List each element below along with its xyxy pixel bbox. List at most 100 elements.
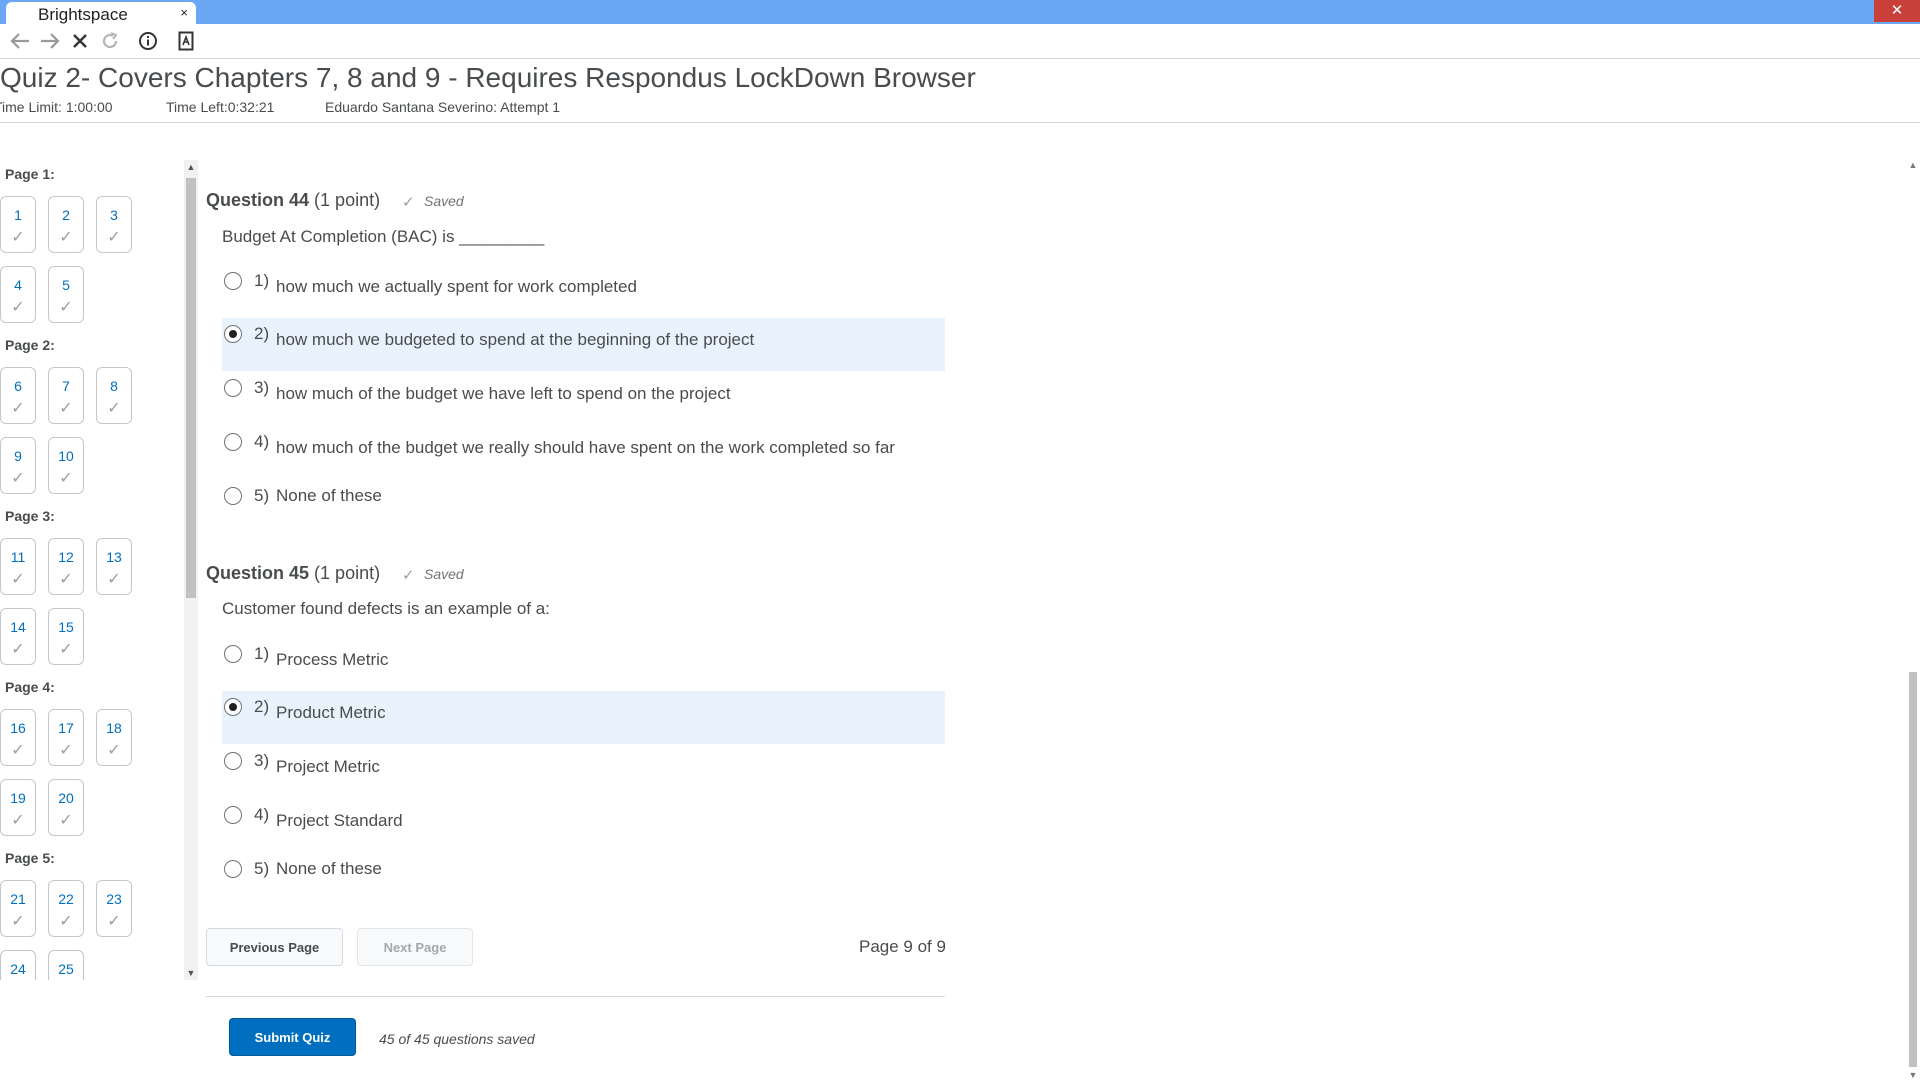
radio-button[interactable] xyxy=(224,860,242,878)
answer-option[interactable]: 5) None of these xyxy=(222,480,945,533)
nav-page-label: Page 5: xyxy=(5,850,55,866)
option-number: 3) xyxy=(254,751,270,770)
answer-option[interactable]: 4) how much of the budget we really shou… xyxy=(222,426,945,479)
nav-question-number: 18 xyxy=(106,720,122,736)
radio-button-selected[interactable] xyxy=(224,698,242,716)
answer-option[interactable]: 5) None of these xyxy=(222,853,945,906)
option-number: 3) xyxy=(254,378,270,397)
answer-option[interactable]: 3) Project Metric xyxy=(222,745,945,798)
nav-question-number: 17 xyxy=(58,720,74,736)
tab-close-icon[interactable]: × xyxy=(180,5,188,20)
scroll-up-arrow-icon[interactable]: ▲ xyxy=(184,162,198,172)
question-points: (1 point) xyxy=(314,563,381,583)
radio-button[interactable] xyxy=(224,487,242,505)
nav-question-button[interactable]: 6 ✓ xyxy=(0,367,36,424)
question-points: (1 point) xyxy=(314,190,381,210)
browser-tab[interactable]: Brightspace × xyxy=(6,2,196,24)
window-close-button[interactable]: ✕ xyxy=(1874,0,1920,22)
footer-divider xyxy=(206,996,945,997)
forward-arrow-icon[interactable] xyxy=(36,27,64,55)
stop-icon[interactable] xyxy=(66,27,94,55)
nav-question-button[interactable]: 8 ✓ xyxy=(96,367,132,424)
radio-button[interactable] xyxy=(224,272,242,290)
nav-question-button[interactable]: 15 ✓ xyxy=(48,608,84,665)
option-text: Process Metric xyxy=(276,650,389,669)
nav-question-number: 7 xyxy=(62,378,70,394)
previous-page-button[interactable]: Previous Page xyxy=(206,928,343,966)
option-number: 4) xyxy=(254,805,270,824)
radio-button[interactable] xyxy=(224,806,242,824)
check-icon: ✓ xyxy=(59,913,73,930)
radio-button-selected[interactable] xyxy=(224,325,242,343)
nav-question-button[interactable]: 10 ✓ xyxy=(48,437,84,494)
nav-page-label: Page 1: xyxy=(5,166,55,182)
reload-icon[interactable] xyxy=(96,27,124,55)
option-text: None of these xyxy=(276,486,382,505)
nav-question-button[interactable]: 22 ✓ xyxy=(48,880,84,937)
check-icon: ✓ xyxy=(11,742,25,759)
question-heading: Question 45 (1 point) xyxy=(206,563,380,584)
nav-question-button[interactable]: 23 ✓ xyxy=(96,880,132,937)
nav-question-button[interactable]: 19 ✓ xyxy=(0,779,36,836)
radio-button[interactable] xyxy=(224,752,242,770)
nav-question-button[interactable]: 17 ✓ xyxy=(48,709,84,766)
nav-question-button[interactable]: 1 ✓ xyxy=(0,196,36,253)
answer-option[interactable]: 4) Project Standard xyxy=(222,799,945,852)
scroll-up-arrow-icon[interactable]: ▲ xyxy=(1906,160,1920,170)
nav-question-button[interactable]: 14 ✓ xyxy=(0,608,36,665)
nav-question-number: 11 xyxy=(10,549,26,565)
nav-question-number: 3 xyxy=(110,207,118,223)
scroll-down-arrow-icon[interactable]: ▼ xyxy=(184,968,198,978)
info-icon[interactable] xyxy=(134,27,162,55)
navigator-scroll-thumb[interactable] xyxy=(186,178,196,598)
question-title: Question 44 xyxy=(206,190,310,210)
nav-question-button[interactable]: 24✓ xyxy=(0,950,36,980)
radio-button[interactable] xyxy=(224,645,242,663)
nav-question-button[interactable]: 3 ✓ xyxy=(96,196,132,253)
question-prompt: Budget At Completion (BAC) is _________ xyxy=(222,227,545,246)
nav-question-button[interactable]: 9 ✓ xyxy=(0,437,36,494)
time-left: Time Left:0:32:21 xyxy=(166,99,275,115)
check-icon: ✓ xyxy=(59,641,73,658)
nav-question-button[interactable]: 16 ✓ xyxy=(0,709,36,766)
scroll-down-arrow-icon[interactable]: ▼ xyxy=(1906,1070,1920,1080)
submit-quiz-button[interactable]: Submit Quiz xyxy=(229,1018,356,1056)
lockdown-document-icon[interactable] xyxy=(172,27,200,55)
check-icon: ✓ xyxy=(59,299,73,316)
nav-question-number: 16 xyxy=(10,720,26,736)
check-icon: ✓ xyxy=(11,299,25,316)
nav-question-button[interactable]: 5 ✓ xyxy=(48,266,84,323)
nav-question-button[interactable]: 2 ✓ xyxy=(48,196,84,253)
nav-question-button[interactable]: 18 ✓ xyxy=(96,709,132,766)
back-arrow-icon[interactable] xyxy=(6,27,34,55)
saved-check-icon: ✓ xyxy=(402,194,415,211)
check-icon: ✓ xyxy=(107,913,121,930)
check-icon: ✓ xyxy=(59,742,73,759)
navigator-scrollbar[interactable]: ▲ ▼ xyxy=(184,160,198,980)
page-scroll-thumb[interactable] xyxy=(1909,672,1917,1067)
radio-button[interactable] xyxy=(224,433,242,451)
radio-button[interactable] xyxy=(224,379,242,397)
nav-question-button[interactable]: 25✓ xyxy=(48,950,84,980)
nav-question-number: 22 xyxy=(58,891,74,907)
nav-question-button[interactable]: 21 ✓ xyxy=(0,880,36,937)
answer-option[interactable]: 1) how much we actually spent for work c… xyxy=(222,265,945,318)
answer-option-selected[interactable]: 2) how much we budgeted to spend at the … xyxy=(222,318,945,371)
option-text: None of these xyxy=(276,859,382,878)
option-number: 1) xyxy=(254,644,270,663)
nav-question-button[interactable]: 12 ✓ xyxy=(48,538,84,595)
answer-option[interactable]: 1) Process Metric xyxy=(222,638,945,691)
question-heading: Question 44 (1 point) xyxy=(206,190,380,211)
answer-option[interactable]: 3) how much of the budget we have left t… xyxy=(222,372,945,425)
check-icon: ✓ xyxy=(107,400,121,417)
nav-question-button[interactable]: 13 ✓ xyxy=(96,538,132,595)
nav-question-button[interactable]: 11 ✓ xyxy=(0,538,36,595)
page-scrollbar[interactable]: ▲ ▼ xyxy=(1906,160,1920,1080)
next-page-button[interactable]: Next Page xyxy=(357,928,473,966)
option-text: Project Metric xyxy=(276,757,380,776)
nav-question-button[interactable]: 7 ✓ xyxy=(48,367,84,424)
answer-option-selected[interactable]: 2) Product Metric xyxy=(222,691,945,744)
nav-question-button[interactable]: 20 ✓ xyxy=(48,779,84,836)
nav-question-number: 24 xyxy=(10,961,26,977)
nav-question-button[interactable]: 4 ✓ xyxy=(0,266,36,323)
